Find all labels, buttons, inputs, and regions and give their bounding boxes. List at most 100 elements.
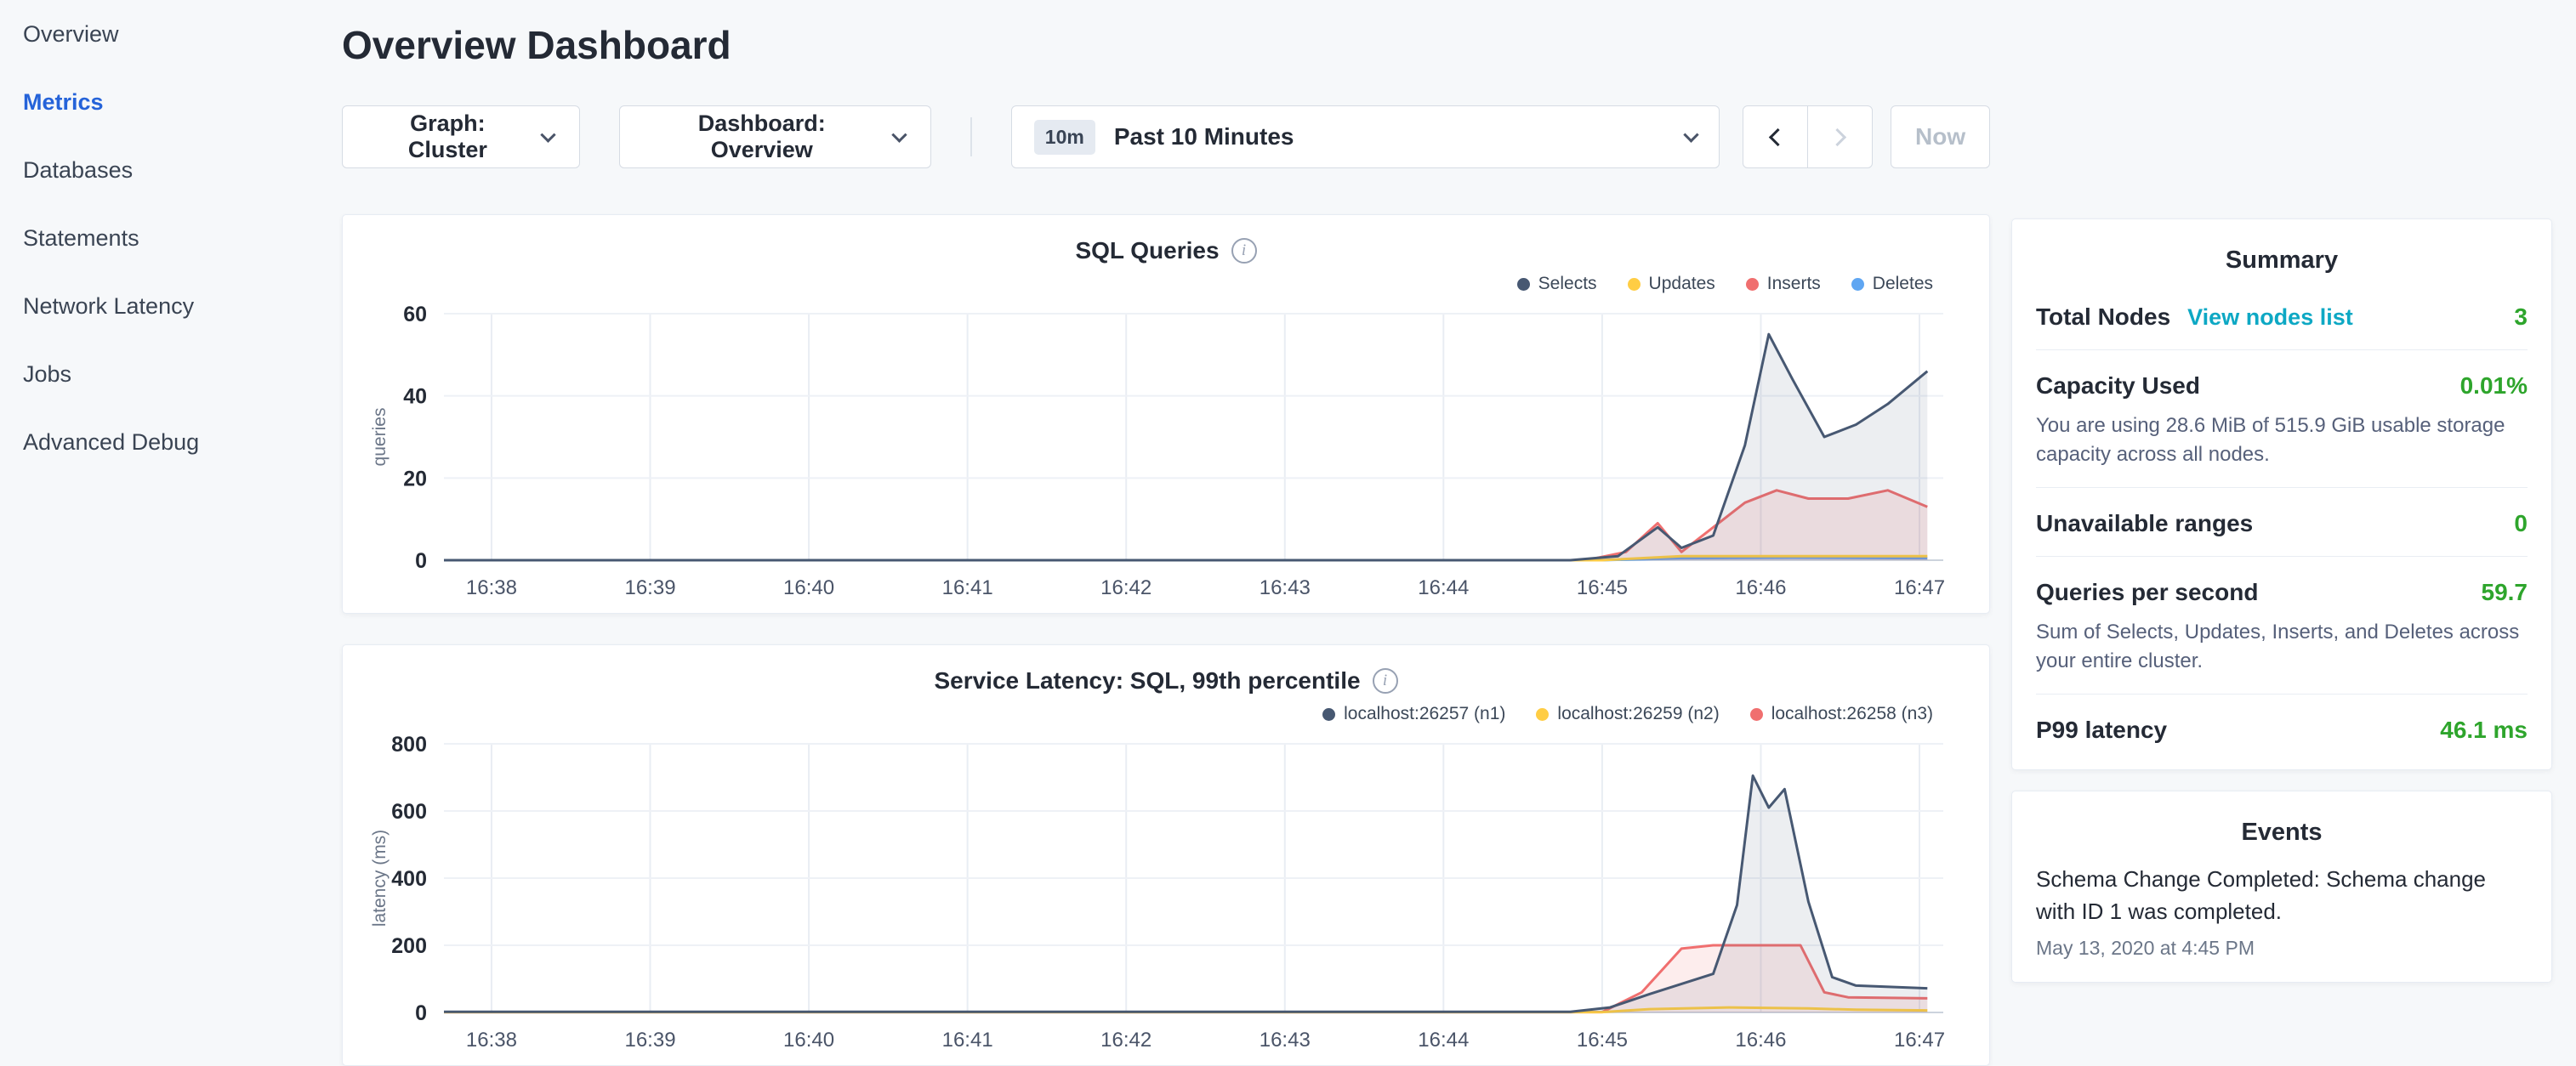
svg-text:400: 400 [391,867,427,891]
summary-label: Total Nodes [2036,303,2170,331]
summary-value: 46.1 ms [2440,717,2528,744]
time-step-buttons [1743,105,1873,168]
svg-text:0: 0 [415,1001,427,1025]
summary-panel: Summary Total Nodes View nodes list 3 Ca… [2011,218,2552,770]
svg-text:600: 600 [391,800,427,824]
dashboard-dropdown[interactable]: Dashboard: Overview [619,105,931,168]
summary-value: 0 [2514,510,2528,537]
legend-dot-icon [1750,708,1763,721]
svg-text:16:40: 16:40 [783,1029,834,1052]
page-title: Overview Dashboard [342,22,1990,68]
events-panel: Events Schema Change Completed: Schema c… [2011,791,2552,982]
sql-queries-chart[interactable]: 020406016:3816:3916:4016:4116:4216:4316:… [363,302,1969,604]
sidebar-item-network-latency[interactable]: Network Latency [0,272,342,340]
svg-text:16:43: 16:43 [1260,576,1311,599]
svg-text:16:44: 16:44 [1418,576,1469,599]
sidebar-item-databases[interactable]: Databases [0,136,342,204]
summary-label: P99 latency [2036,717,2167,744]
chart-title-row: SQL Queries i [363,232,1969,269]
event-timestamp: May 13, 2020 at 4:45 PM [2036,937,2528,960]
svg-text:16:46: 16:46 [1735,1029,1786,1052]
info-icon[interactable]: i [1231,238,1257,264]
summary-title: Summary [2036,247,2528,275]
summary-row-p99-latency: P99 latency 46.1 ms [2036,695,2528,763]
sidebar: Overview Metrics Databases Statements Ne… [0,0,342,1066]
events-title: Events [2036,819,2528,847]
svg-text:16:38: 16:38 [466,576,517,599]
sidebar-item-advanced-debug[interactable]: Advanced Debug [0,408,342,476]
time-range-dropdown[interactable]: 10m Past 10 Minutes [1011,105,1720,168]
chevron-down-icon [891,127,907,142]
legend-dot-icon [1628,278,1641,291]
svg-text:200: 200 [391,934,427,958]
svg-text:16:47: 16:47 [1894,576,1945,599]
info-icon[interactable]: i [1373,668,1398,694]
chart-legend: localhost:26257 (n1) localhost:26259 (n2)… [363,700,1969,729]
app-root: Overview Metrics Databases Statements Ne… [0,0,2576,1066]
controls-divider [970,117,972,156]
graph-scope-dropdown[interactable]: Graph: Cluster [342,105,580,168]
svg-text:16:41: 16:41 [942,576,993,599]
summary-row-queries-per-second: Queries per second 59.7 Sum of Selects, … [2036,557,2528,695]
legend-dot-icon [1517,278,1530,291]
svg-text:16:39: 16:39 [624,1029,675,1052]
chevron-right-icon [1828,128,1846,145]
summary-label: Unavailable ranges [2036,510,2253,537]
summary-row-capacity-used: Capacity Used 0.01% You are using 28.6 M… [2036,350,2528,488]
legend-item: Deletes [1851,274,1933,294]
svg-text:16:45: 16:45 [1577,576,1628,599]
summary-value: 59.7 [2482,579,2528,606]
legend-dot-icon [1746,278,1759,291]
legend-item: Updates [1628,274,1715,294]
svg-text:16:40: 16:40 [783,576,834,599]
legend-dot-icon [1536,708,1549,721]
service-latency-chart[interactable]: 020040060080016:3816:3916:4016:4116:4216… [363,732,1969,1057]
summary-row-unavailable-ranges: Unavailable ranges 0 [2036,488,2528,557]
legend-item: Selects [1517,274,1597,294]
summary-value: 3 [2514,303,2528,331]
sidebar-item-statements[interactable]: Statements [0,204,342,272]
dashboard-controls: Graph: Cluster Dashboard: Overview 10m P… [342,105,1990,168]
event-item[interactable]: Schema Change Completed: Schema change w… [2036,864,2528,959]
chevron-down-icon [540,127,555,142]
summary-label: Queries per second [2036,579,2258,606]
chart-title-row: Service Latency: SQL, 99th percentile i [363,662,1969,700]
svg-text:latency (ms): latency (ms) [370,830,390,927]
legend-dot-icon [1322,708,1335,721]
event-text: Schema Change Completed: Schema change w… [2036,864,2528,927]
time-next-button[interactable] [1807,105,1873,168]
svg-text:16:42: 16:42 [1100,1029,1152,1052]
chevron-left-icon [1769,128,1787,145]
svg-text:16:41: 16:41 [942,1029,993,1052]
now-button[interactable]: Now [1891,105,1990,168]
graph-scope-label: Graph: Cluster [368,111,527,163]
legend-item: localhost:26257 (n1) [1322,704,1505,724]
chart-legend: SelectsUpdatesInsertsDeletes [363,269,1969,298]
svg-text:40: 40 [403,385,427,409]
svg-text:800: 800 [391,733,427,757]
legend-item: localhost:26258 (n3) [1750,704,1933,724]
sidebar-item-jobs[interactable]: Jobs [0,340,342,408]
sql-queries-chart-card: SQL Queries i SelectsUpdatesInsertsDelet… [342,214,1990,614]
summary-value: 0.01% [2460,372,2528,400]
legend-dot-icon [1851,278,1864,291]
chart-title: Service Latency: SQL, 99th percentile [934,667,1360,695]
svg-text:20: 20 [403,467,427,490]
time-window-badge: 10m [1034,120,1095,155]
summary-label: Capacity Used [2036,372,2200,400]
svg-text:16:47: 16:47 [1894,1029,1945,1052]
sidebar-item-overview[interactable]: Overview [0,0,342,68]
legend-item: localhost:26259 (n2) [1536,704,1719,724]
chevron-down-icon [1683,127,1698,142]
dashboard-dropdown-label: Dashboard: Overview [645,111,879,163]
view-nodes-list-link[interactable]: View nodes list [2187,304,2353,331]
summary-description: Sum of Selects, Updates, Inserts, and De… [2036,618,2528,675]
time-prev-button[interactable] [1743,105,1808,168]
svg-text:60: 60 [403,303,427,326]
sidebar-item-metrics[interactable]: Metrics [0,68,342,136]
right-sidebar: Summary Total Nodes View nodes list 3 Ca… [2011,0,2552,1066]
service-latency-chart-card: Service Latency: SQL, 99th percentile i … [342,644,1990,1066]
summary-row-total-nodes: Total Nodes View nodes list 3 [2036,281,2528,350]
time-range-label: Past 10 Minutes [1114,123,1294,150]
main-content: Overview Dashboard Graph: Cluster Dashbo… [342,0,1990,1066]
